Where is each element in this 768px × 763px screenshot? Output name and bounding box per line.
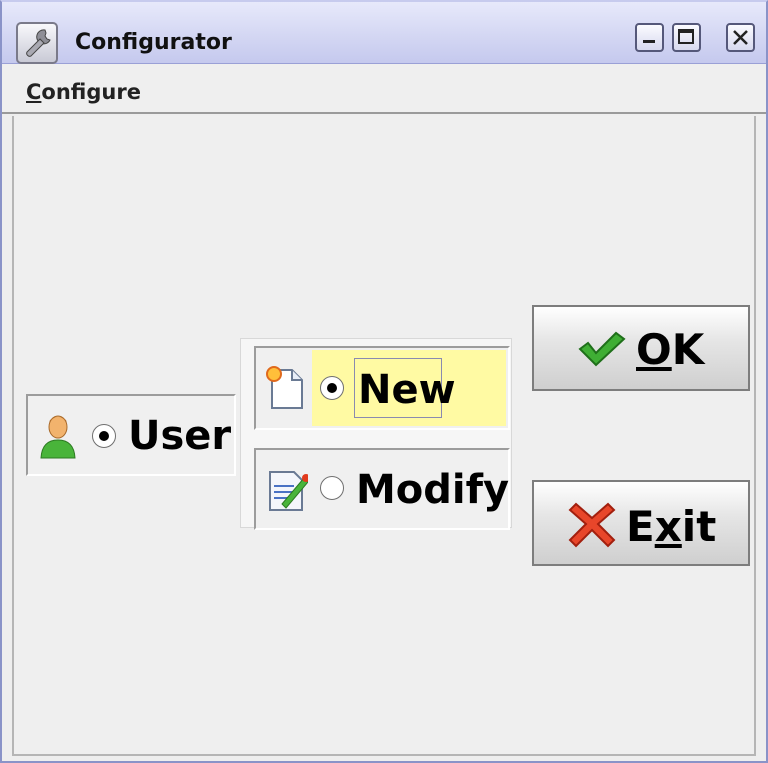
- radio-selected-dot: [327, 383, 337, 393]
- menu-configure-label: onfigure: [41, 80, 141, 104]
- exit-prefix: E: [626, 502, 655, 551]
- minimize-icon: [643, 40, 655, 43]
- ok-button[interactable]: OK: [532, 305, 750, 391]
- maximize-button[interactable]: [672, 23, 701, 52]
- modify-radio[interactable]: [320, 476, 344, 500]
- configurator-window: Configurator Configure User New Modify O…: [0, 0, 768, 763]
- user-group: User: [26, 394, 236, 476]
- close-icon: [733, 30, 748, 45]
- exit-label: Exit: [626, 506, 716, 548]
- close-button[interactable]: [726, 23, 755, 52]
- title-bar[interactable]: Configurator: [2, 2, 766, 64]
- new-radio[interactable]: [320, 376, 344, 400]
- modify-label[interactable]: Modify: [356, 470, 509, 510]
- modify-option-panel: Modify: [254, 448, 510, 530]
- wrench-icon[interactable]: [16, 22, 58, 64]
- menu-bar: Configure: [2, 64, 766, 114]
- exit-rest: it: [681, 502, 717, 551]
- user-label[interactable]: User: [128, 416, 231, 456]
- new-option-panel: New: [254, 346, 510, 430]
- radio-selected-dot: [99, 431, 109, 441]
- ok-rest: K: [671, 325, 705, 374]
- x-mark-icon: [568, 502, 616, 548]
- maximize-icon: [678, 29, 694, 44]
- new-document-icon: [266, 366, 303, 409]
- minimize-button[interactable]: [635, 23, 664, 52]
- exit-mnemonic: x: [654, 502, 682, 551]
- menu-configure-mnemonic: C: [26, 80, 42, 104]
- menu-configure[interactable]: Configure: [26, 80, 141, 104]
- ok-mnemonic: O: [636, 325, 672, 374]
- edit-document-icon: [269, 471, 308, 511]
- exit-button[interactable]: Exit: [532, 480, 750, 566]
- user-icon: [40, 415, 76, 459]
- ok-label: OK: [636, 329, 704, 371]
- checkmark-icon: [578, 331, 626, 367]
- user-radio[interactable]: [92, 424, 116, 448]
- new-label[interactable]: New: [358, 370, 456, 410]
- window-title: Configurator: [75, 30, 232, 55]
